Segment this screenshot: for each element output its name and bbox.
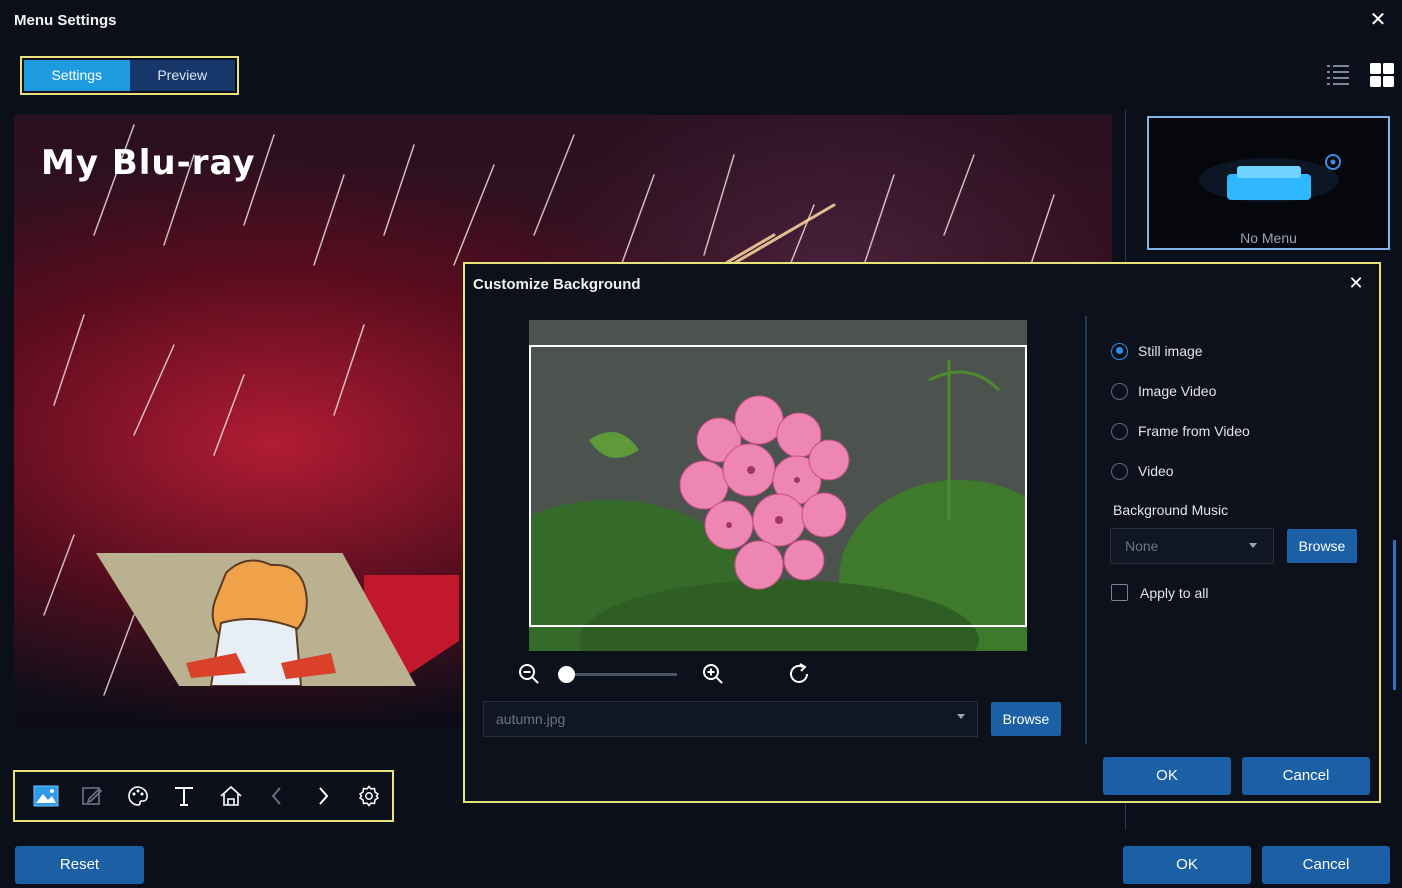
checkbox-icon — [1111, 584, 1128, 601]
music-browse-button[interactable]: Browse — [1287, 529, 1357, 563]
home-button[interactable] — [208, 778, 254, 814]
edit-icon — [82, 787, 103, 805]
chevron-right-icon — [319, 787, 329, 805]
previous-button[interactable] — [254, 778, 300, 814]
settings-button[interactable] — [346, 778, 392, 814]
radio-icon — [1111, 382, 1128, 400]
apply-to-all-checkbox[interactable]: Apply to all — [1111, 584, 1208, 601]
edit-button[interactable] — [69, 778, 115, 814]
background-image-button[interactable] — [23, 778, 69, 814]
image-file-dropdown[interactable]: autumn.jpg — [483, 701, 978, 737]
tab-settings[interactable]: Settings — [24, 60, 130, 91]
list-view-icon[interactable] — [1325, 62, 1351, 88]
radio-selected-icon — [1111, 342, 1128, 360]
window-title: Menu Settings — [14, 12, 117, 29]
next-button[interactable] — [300, 778, 346, 814]
image-file-value: autumn.jpg — [496, 711, 566, 727]
option-image-video[interactable]: Image Video — [1111, 380, 1216, 402]
option-video[interactable]: Video — [1111, 460, 1174, 482]
theme-color-button[interactable] — [115, 778, 161, 814]
background-music-label: Background Music — [1113, 502, 1229, 518]
reset-button[interactable]: Reset — [15, 846, 144, 884]
dialog-divider — [1085, 316, 1087, 744]
grid-view-icon[interactable] — [1369, 62, 1395, 88]
palette-icon — [128, 786, 149, 806]
add-text-button[interactable] — [161, 778, 207, 814]
background-music-dropdown[interactable]: None — [1110, 528, 1274, 564]
title-bar: Menu Settings ✕ — [0, 0, 1402, 44]
apply-to-all-label: Apply to all — [1140, 584, 1209, 601]
option-frame-from-video[interactable]: Frame from Video — [1111, 420, 1250, 442]
no-menu-icon — [1199, 154, 1341, 202]
image-browse-button[interactable]: Browse — [991, 702, 1061, 736]
background-music-value: None — [1125, 538, 1159, 554]
image-icon — [33, 785, 59, 807]
dialog-cancel-button[interactable]: Cancel — [1242, 757, 1370, 795]
settings-icon — [358, 785, 380, 807]
ok-button[interactable]: OK — [1123, 846, 1251, 884]
radio-icon — [1111, 422, 1128, 440]
crop-frame[interactable] — [529, 345, 1027, 627]
cancel-button[interactable]: Cancel — [1262, 846, 1390, 884]
option-still-image[interactable]: Still image — [1111, 340, 1203, 362]
option-label: Still image — [1138, 343, 1203, 359]
zoom-slider-track[interactable] — [565, 673, 677, 676]
tab-preview[interactable]: Preview — [129, 60, 235, 91]
menu-template-no-menu[interactable]: No Menu — [1147, 116, 1390, 250]
window-close-button[interactable]: ✕ — [1366, 8, 1390, 32]
mode-tabs: Settings Preview — [20, 56, 239, 95]
menu-toolbar — [13, 770, 394, 822]
option-label: Image Video — [1138, 383, 1217, 399]
radio-icon — [1111, 462, 1128, 480]
dialog-title: Customize Background — [473, 276, 641, 293]
chevron-down-icon — [957, 714, 965, 719]
text-icon — [175, 787, 194, 806]
dialog-close-button[interactable]: ✕ — [1345, 272, 1367, 294]
menu-thumb-label: No Menu — [1240, 230, 1297, 246]
option-label: Video — [1138, 463, 1174, 479]
home-icon — [220, 785, 242, 806]
chevron-left-icon — [271, 787, 281, 805]
preview-title[interactable]: My Blu-ray — [41, 143, 256, 183]
zoom-slider-handle[interactable] — [558, 666, 575, 683]
chevron-down-icon — [1249, 543, 1257, 548]
customize-background-dialog: Customize Background ✕ autumn.jpg Browse… — [463, 262, 1381, 803]
rotate-icon[interactable] — [787, 662, 811, 686]
side-panel-scrollbar[interactable] — [1393, 540, 1396, 690]
option-label: Frame from Video — [1138, 423, 1250, 439]
zoom-out-icon[interactable] — [517, 662, 541, 686]
dialog-ok-button[interactable]: OK — [1103, 757, 1231, 795]
zoom-in-icon[interactable] — [701, 662, 725, 686]
